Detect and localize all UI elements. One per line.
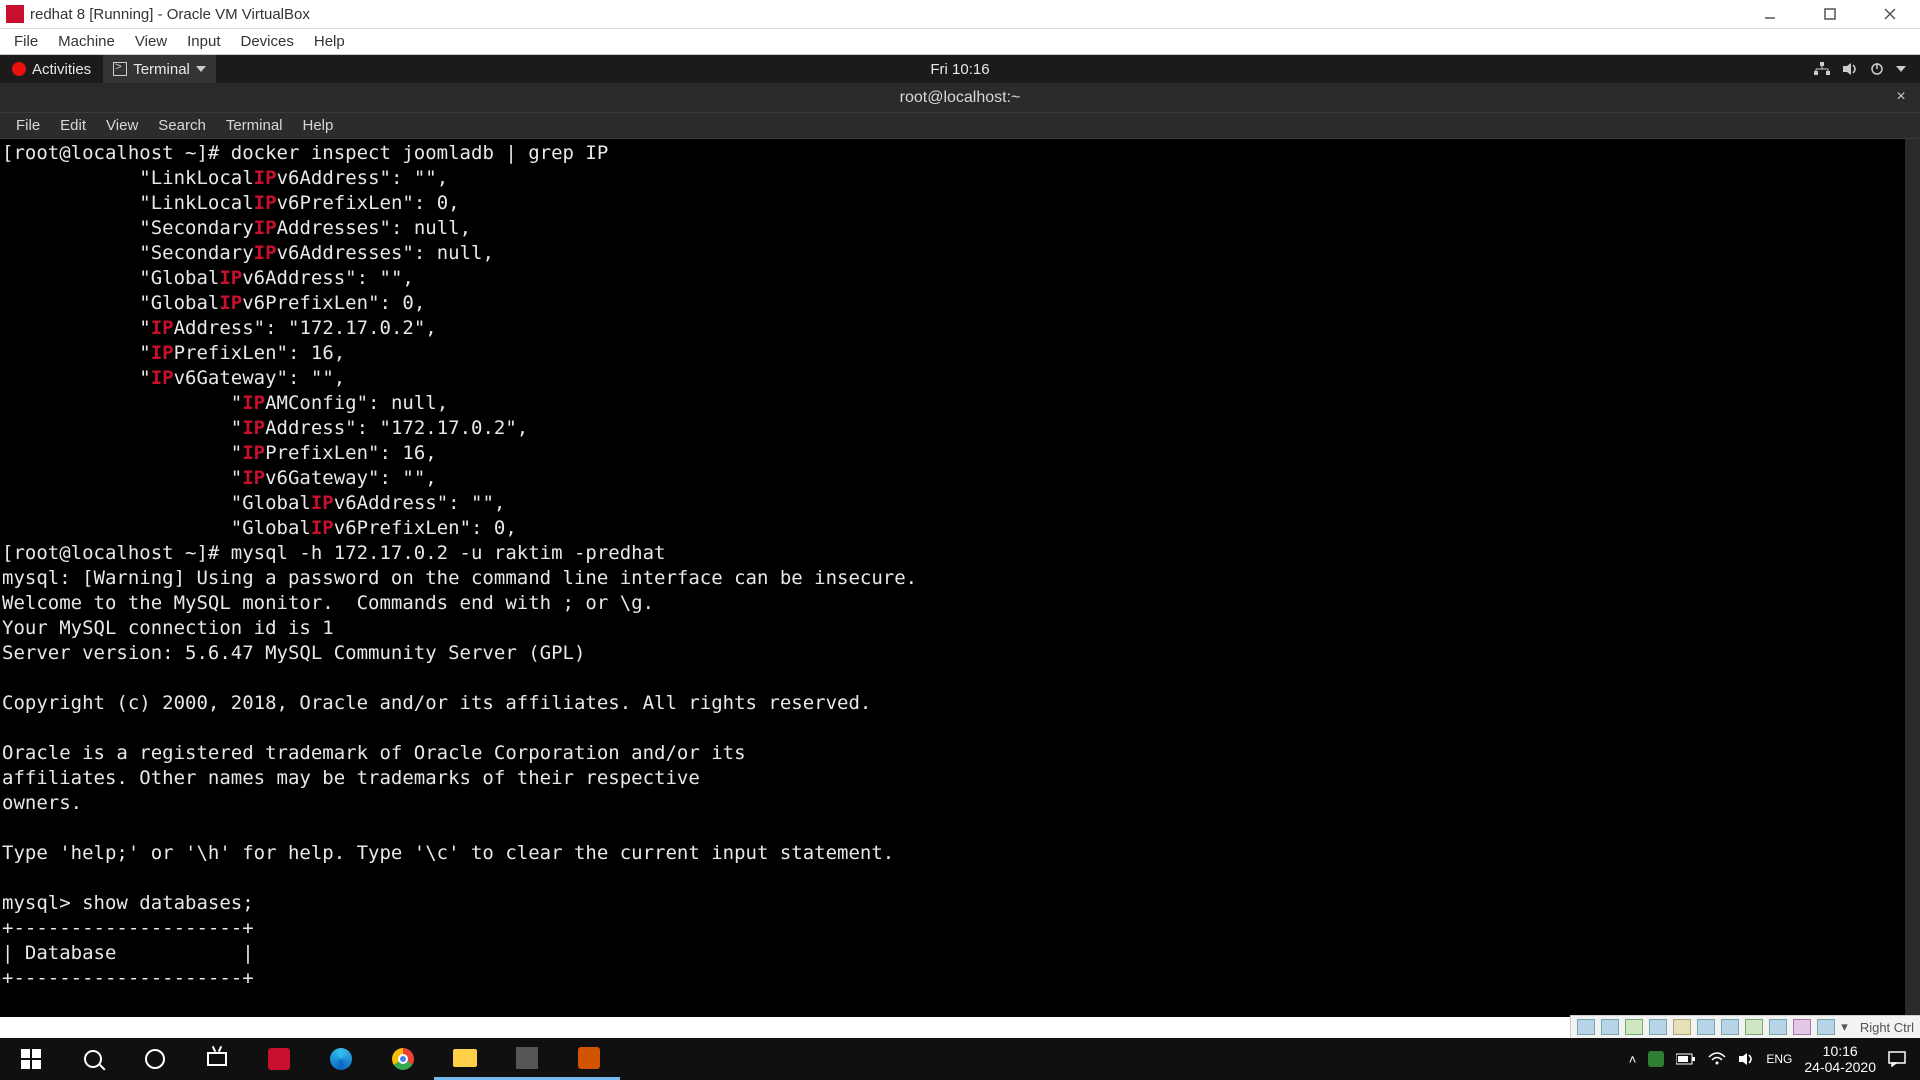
vb-keyboard-icon[interactable] [1817,1019,1835,1035]
task-view-button[interactable] [186,1038,248,1080]
terminal-icon [113,62,127,76]
app-icon [578,1047,600,1069]
prompt: [root@localhost ~]# [2,142,231,164]
vb-menu-devices[interactable]: Devices [231,31,304,52]
vb-menu-file[interactable]: File [4,31,48,52]
app-menu-terminal[interactable]: Terminal [103,55,216,83]
taskbar-app-chrome[interactable] [372,1038,434,1080]
task-view-icon [207,1052,227,1066]
taskbar-app-other[interactable] [558,1038,620,1080]
vb-shared-folder-icon[interactable] [1697,1019,1715,1035]
app-menu-label: Terminal [133,61,190,78]
activities-label: Activities [32,61,91,78]
chevron-down-icon [196,66,206,72]
mysql-output: mysql: [Warning] Using a password on the… [2,567,917,864]
virtualbox-titlebar[interactable]: redhat 8 [Running] - Oracle VM VirtualBo… [0,0,1920,29]
tray-expand-icon[interactable]: ˄ [1629,1052,1637,1067]
cortana-button[interactable] [124,1038,186,1080]
mysql-table: +--------------------+ | Database | +---… [2,917,254,989]
windows-system-tray[interactable]: ˄ ENG 10:16 24-04-2020 [1615,1043,1920,1075]
chevron-down-icon[interactable]: ▾ [1841,1019,1848,1035]
windows-date: 24-04-2020 [1804,1059,1876,1075]
terminal-window-title: root@localhost:~ [900,89,1021,107]
vb-usb-icon[interactable] [1673,1019,1691,1035]
terminal-close-button[interactable]: × [1892,89,1910,107]
tray-app-icon[interactable] [1648,1051,1664,1067]
windows-clock[interactable]: 10:16 24-04-2020 [1804,1043,1876,1075]
folder-icon [453,1049,477,1067]
term-menu-view[interactable]: View [96,115,148,136]
gnome-system-tray[interactable] [1814,62,1920,76]
mysql-prompt: mysql> [2,892,82,914]
volume-icon[interactable] [1738,1052,1754,1066]
power-icon[interactable] [1870,62,1884,76]
virtualbox-status-bar: ▾ Right Ctrl [1570,1015,1920,1038]
redhat-icon [268,1048,290,1070]
start-button[interactable] [0,1038,62,1080]
vb-menu-input[interactable]: Input [177,31,230,52]
vb-network-icon[interactable] [1649,1019,1667,1035]
terminal-scrollbar[interactable] [1905,139,1920,1017]
vb-menu-help[interactable]: Help [304,31,355,52]
term-menu-file[interactable]: File [6,115,50,136]
close-button[interactable] [1860,0,1920,29]
search-button[interactable] [62,1038,124,1080]
gnome-topbar: Activities Terminal Fri 10:16 [0,55,1920,83]
term-menu-search[interactable]: Search [148,115,216,136]
vb-mouse-icon[interactable] [1793,1019,1811,1035]
windows-taskbar: ˄ ENG 10:16 24-04-2020 [0,1038,1920,1080]
action-center-icon[interactable] [1888,1051,1906,1067]
edge-icon [330,1048,352,1070]
mysql-command: show databases; [82,892,254,914]
terminal-window-titlebar[interactable]: root@localhost:~ × [0,83,1920,113]
taskbar-app-edge[interactable] [310,1038,372,1080]
vb-hdd-icon[interactable] [1577,1019,1595,1035]
search-icon [84,1050,102,1068]
command: docker inspect joomladb | grep IP [231,142,609,164]
term-menu-edit[interactable]: Edit [50,115,96,136]
vb-audio-icon[interactable] [1625,1019,1643,1035]
language-indicator[interactable]: ENG [1766,1052,1792,1066]
network-icon[interactable] [1814,62,1830,76]
taskbar-app-redhat[interactable] [248,1038,310,1080]
term-menu-help[interactable]: Help [293,115,344,136]
terminal-menubar: File Edit View Search Terminal Help [0,113,1920,139]
chevron-down-icon [1896,66,1906,72]
volume-icon[interactable] [1842,62,1858,76]
taskbar-app-explorer[interactable] [434,1038,496,1080]
command: mysql -h 172.17.0.2 -u raktim -predhat [231,542,666,564]
minimize-button[interactable] [1740,0,1800,29]
redhat-icon [12,62,26,76]
term-menu-terminal[interactable]: Terminal [216,115,293,136]
vb-display-icon[interactable] [1721,1019,1739,1035]
windows-logo-icon [21,1049,41,1069]
battery-icon[interactable] [1676,1053,1696,1065]
vb-menu-view[interactable]: View [125,31,177,52]
taskbar-app-virtualbox[interactable] [496,1038,558,1080]
vb-cpu-icon[interactable] [1769,1019,1787,1035]
vb-menu-machine[interactable]: Machine [48,31,125,52]
vb-recording-icon[interactable] [1745,1019,1763,1035]
virtualbox-window-title: redhat 8 [Running] - Oracle VM VirtualBo… [30,6,310,23]
terminal-body[interactable]: [root@localhost ~]# docker inspect jooml… [0,139,1920,1017]
virtualbox-menubar: File Machine View Input Devices Help [0,29,1920,55]
wifi-icon[interactable] [1708,1052,1726,1066]
virtualbox-icon [6,5,24,23]
vb-hostkey-label[interactable]: Right Ctrl [1860,1020,1914,1035]
vb-optical-icon[interactable] [1601,1019,1619,1035]
windows-time: 10:16 [1804,1043,1876,1059]
gnome-clock[interactable]: Fri 10:16 [930,61,989,78]
chrome-icon [392,1048,414,1070]
cortana-icon [145,1049,165,1069]
prompt: [root@localhost ~]# [2,542,231,564]
virtualbox-icon [516,1047,538,1069]
activities-button[interactable]: Activities [0,55,103,83]
maximize-button[interactable] [1800,0,1860,29]
